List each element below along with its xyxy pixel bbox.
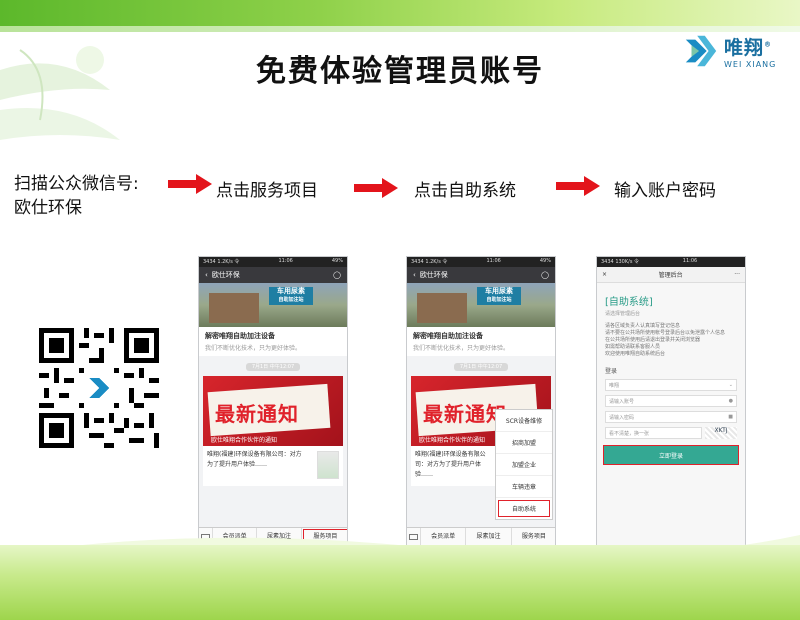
weixiang-logo-icon	[685, 35, 717, 67]
captcha-placeholder: 看不清楚，换一张	[609, 431, 650, 437]
bottom-green-band	[0, 545, 800, 620]
lock-icon: ■	[728, 414, 733, 420]
article-photo[interactable]: 车用尿素 自助加注站	[407, 283, 555, 327]
registered-mark: ®	[764, 40, 773, 49]
account-title: 欧仕环保	[419, 271, 448, 279]
status-battery: 49%	[539, 258, 551, 264]
phone-screenshot-3: 3434 130K/s 令 11:06 × 管理后台 ··· [自助系统] 请选…	[596, 256, 746, 546]
rule-item: 如需帮助请联系客服人员	[605, 344, 661, 350]
notice-caption: 欧仕唯翔合作伙伴的通知	[211, 437, 278, 444]
notice-thumbnail	[317, 451, 339, 479]
arrow-right-icon	[354, 178, 398, 198]
status-signal: 3434 1.2K/s 令	[411, 259, 448, 265]
notice-text: 唯翔(福建)环保设备有限公司：对方为了提升用户体验……	[415, 451, 486, 478]
article-card[interactable]: 解密唯翔自助加注设备 我们不断优化技术，只为更好体验。	[407, 327, 555, 356]
photo-sign-text: 车用尿素	[277, 287, 305, 295]
notice-text: 唯翔(福建)环保设备有限公司：对方为了提升用户体验……	[207, 451, 302, 468]
select-value: 唯翔	[609, 383, 620, 389]
status-bar: 3434 1.2K/s 令 11:06 49%	[407, 257, 555, 267]
article-photo[interactable]: 车用尿素 自助加注站	[199, 283, 347, 327]
chevron-down-icon: ⌄	[728, 382, 733, 388]
company-select[interactable]: 唯翔 ⌄	[605, 379, 737, 391]
wechat-navbar: ‹ 欧仕环保 ◯	[407, 267, 555, 283]
arrow-right-icon	[556, 176, 600, 196]
popup-item-scr[interactable]: SCR设备维修	[496, 410, 552, 432]
phone-screenshot-1: 3434 1.2K/s 令 11:06 49% ‹ 欧仕环保 ◯ 车用尿素自助加…	[198, 256, 348, 546]
profile-icon[interactable]: ◯	[333, 271, 341, 279]
step-1-line-1: 扫描公众微信号:	[14, 174, 139, 194]
status-battery: 49%	[331, 258, 343, 264]
password-field[interactable]: 请输入密码 ■	[605, 411, 737, 423]
popup-item-violations[interactable]: 车辆违章	[496, 476, 552, 498]
password-placeholder: 请输入密码	[609, 415, 635, 421]
username-placeholder: 请输入账号	[609, 399, 635, 405]
status-time: 11:06	[682, 258, 698, 264]
rule-item: 请各区域负责人认真填写登记信息	[605, 323, 681, 329]
step-2: 点击服务项目	[216, 181, 318, 201]
notice-text-card[interactable]: 唯翔(福建)环保设备有限公司：对方为了提升用户体验……	[203, 446, 343, 486]
login-section-label: 登录	[605, 368, 618, 375]
status-time: 11:06	[278, 258, 293, 264]
user-icon: ●	[728, 398, 733, 404]
step-1: 扫描公众微信号: 欧仕环保	[14, 172, 139, 220]
article-title: 解密唯翔自助加注设备	[413, 332, 483, 340]
back-icon[interactable]: ‹	[205, 271, 208, 279]
services-popup-menu: SCR设备维修 招商加盟 加盟企业 车辆违章 自助系统	[495, 409, 553, 520]
page-title: 免费体验管理员账号	[256, 54, 544, 89]
popup-item-partners[interactable]: 加盟企业	[496, 454, 552, 476]
system-title: [自助系统]	[605, 297, 653, 308]
login-button[interactable]: 立即登录	[603, 445, 739, 465]
status-signal: 3434 130K/s 令	[601, 259, 640, 265]
profile-icon[interactable]: ◯	[541, 271, 549, 279]
rule-item: 请不要在公共场所使用帐号登录后台以免泄露个人信息	[605, 330, 726, 336]
rule-item: 在公共场所使用后请退出登录并关闭浏览器	[605, 337, 701, 343]
back-icon[interactable]: ‹	[413, 271, 416, 279]
more-icon[interactable]: ···	[734, 271, 740, 278]
date-pill: 7月1日 中午12:07	[407, 362, 555, 371]
photo-sign-text: 车用尿素	[485, 287, 513, 295]
notice-banner[interactable]: 最新通知 欧仕唯翔合作伙伴的通知	[203, 376, 343, 446]
message-date: 7月1日 中午12:07	[453, 363, 509, 371]
photo-sign-sub: 自助加注站	[278, 297, 304, 303]
article-subtitle: 我们不断优化技术，只为更好体验。	[205, 345, 302, 352]
wechat-navbar: ‹ 欧仕环保 ◯	[199, 267, 347, 283]
logo-name: 唯翔	[724, 37, 765, 59]
notice-caption: 欧仕唯翔合作伙伴的通知	[419, 437, 486, 444]
rules-list: 请各区域负责人认真填写登记信息 请不要在公共场所使用帐号登录后台以免泄露个人信息…	[605, 323, 737, 358]
status-bar: 3434 1.2K/s 令 11:06 49%	[199, 257, 347, 267]
message-date: 7月1日 中午12:07	[245, 363, 301, 371]
status-signal: 3434 1.2K/s 令	[203, 259, 240, 265]
captcha-field[interactable]: 看不清楚，换一张	[605, 427, 702, 439]
system-subtitle: 请选择管理后台	[605, 311, 641, 317]
top-green-band	[0, 0, 800, 26]
article-card[interactable]: 解密唯翔自助加注设备 我们不断优化技术，只为更好体验。	[199, 327, 347, 356]
webview-navbar: × 管理后台 ···	[597, 267, 745, 283]
popup-item-self-service[interactable]: 自助系统	[498, 500, 550, 517]
step-4: 输入账户密码	[614, 181, 716, 201]
date-pill: 7月1日 中午12:07	[199, 362, 347, 371]
captcha-row: 看不清楚，换一张 XKTJ	[605, 427, 737, 439]
username-field[interactable]: 请输入账号 ●	[605, 395, 737, 407]
account-title: 欧仕环保	[211, 271, 240, 279]
popup-item-franchise[interactable]: 招商加盟	[496, 432, 552, 454]
notice-headline: 最新通知	[215, 402, 299, 426]
logo-english: WEI XIANG	[724, 60, 777, 69]
step-3: 点击自助系统	[414, 181, 516, 201]
article-title: 解密唯翔自助加注设备	[205, 332, 275, 340]
article-subtitle: 我们不断优化技术，只为更好体验。	[413, 345, 510, 352]
status-time: 11:06	[486, 258, 501, 264]
arrow-right-icon	[168, 174, 212, 194]
rule-item: 欢迎使用唯翔自助系统后台	[605, 351, 666, 357]
logo: 唯翔® WEI XIANG	[682, 32, 776, 70]
phone-screenshot-2: 3434 1.2K/s 令 11:06 49% ‹ 欧仕环保 ◯ 车用尿素自助加…	[406, 256, 556, 546]
close-icon[interactable]: ×	[602, 271, 607, 278]
qr-code[interactable]	[34, 322, 164, 454]
photo-sign-sub: 自助加注站	[486, 297, 512, 303]
step-1-line-2: 欧仕环保	[14, 198, 82, 218]
captcha-image[interactable]: XKTJ	[705, 427, 737, 439]
webview-title: 管理后台	[658, 272, 683, 279]
status-bar: 3434 130K/s 令 11:06	[597, 257, 745, 267]
